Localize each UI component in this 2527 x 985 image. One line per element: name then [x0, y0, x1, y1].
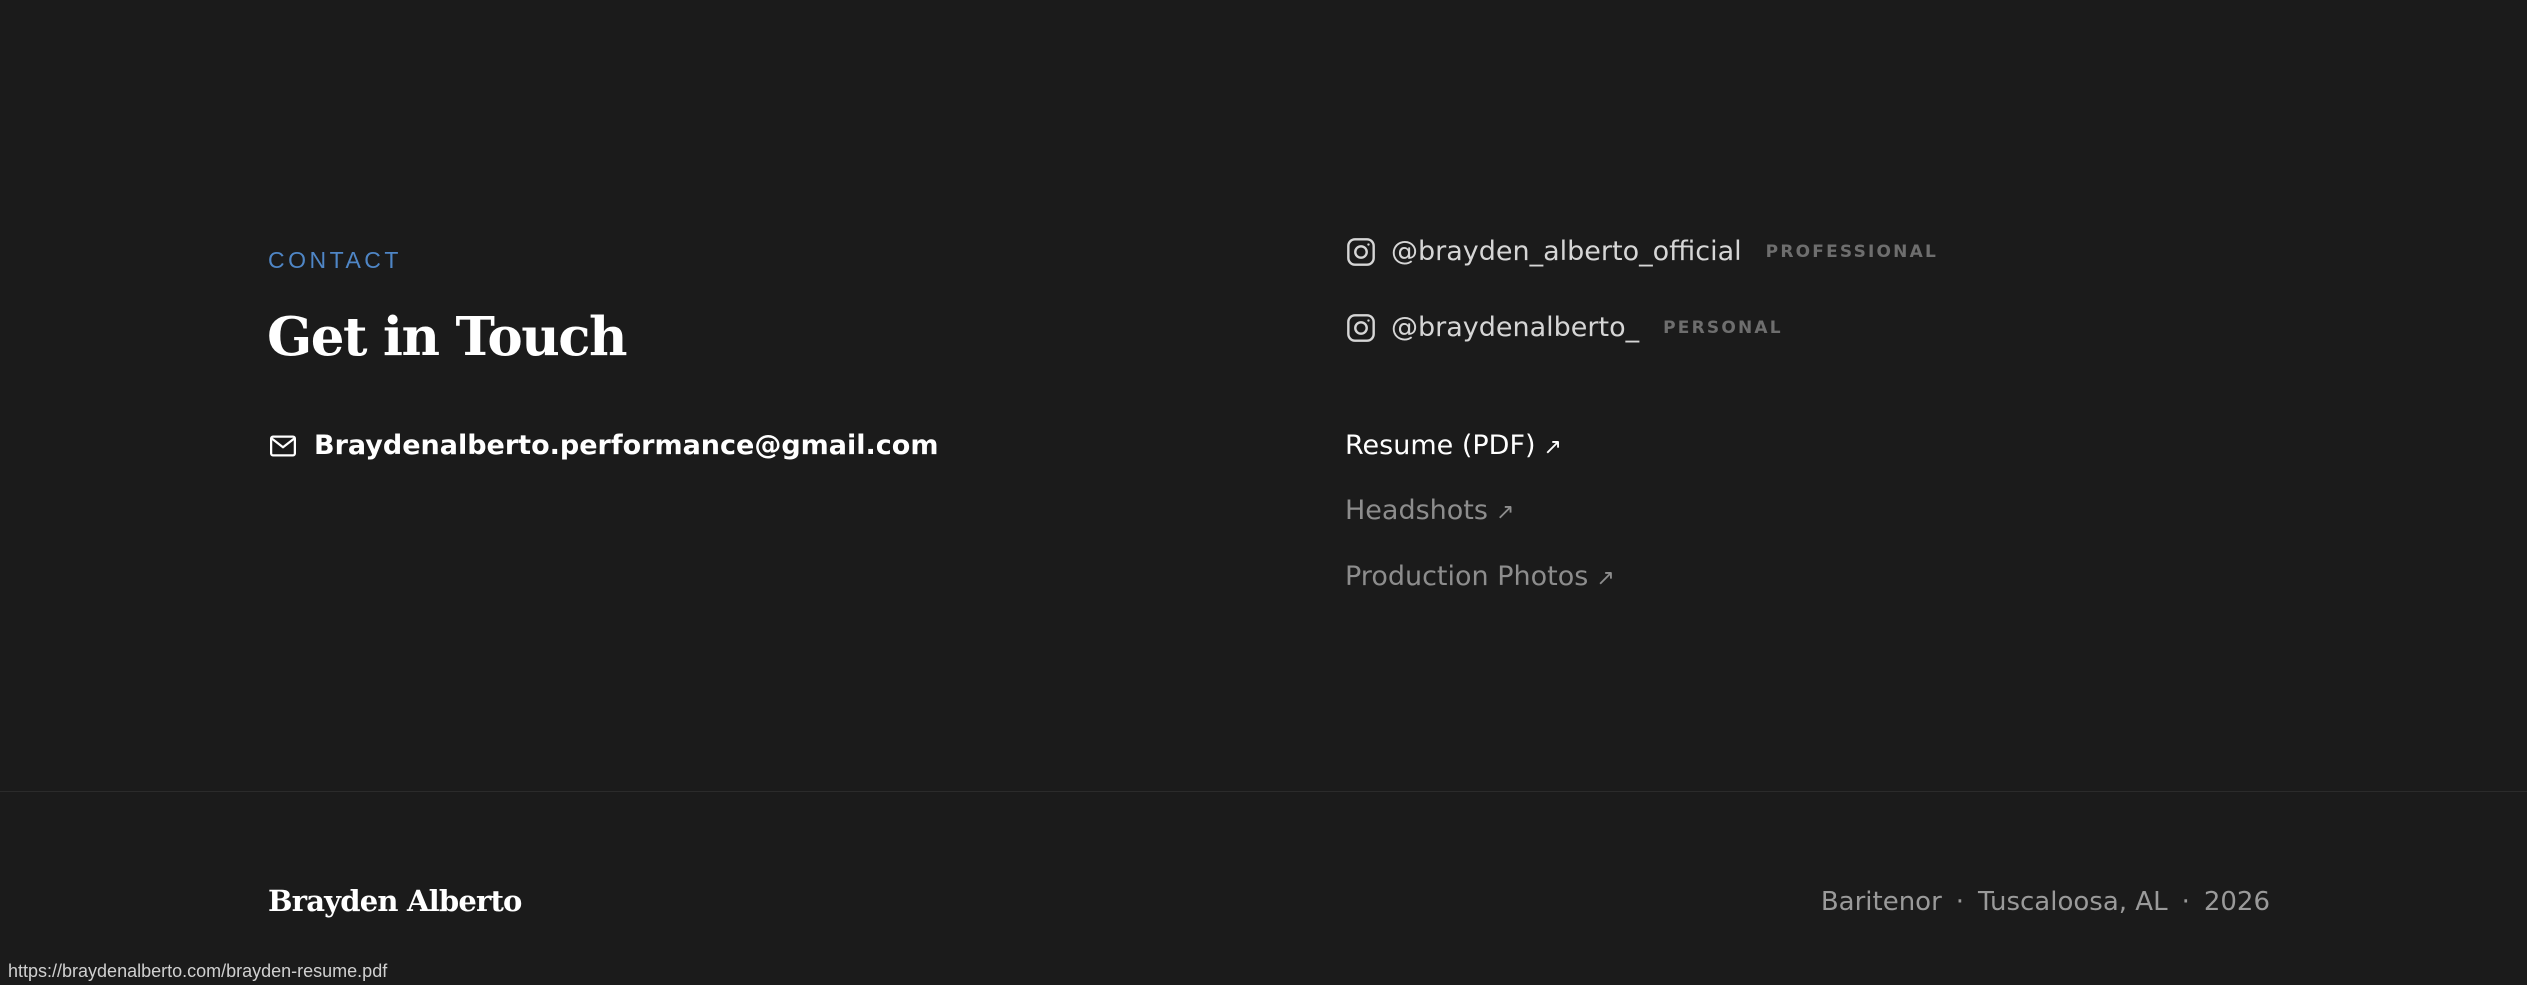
- contact-section: CONTACT Get in Touch Braydenalberto.perf…: [0, 0, 2527, 791]
- mail-icon: [270, 435, 296, 457]
- resume-pdf-link[interactable]: Resume (PDF) ↗: [1345, 428, 1562, 466]
- separator-dot: ·: [1955, 887, 1965, 917]
- link-label: Resume (PDF): [1345, 430, 1536, 461]
- instagram-handle: @braydenalberto_: [1391, 312, 1640, 343]
- instagram-handle: @brayden_alberto_official: [1391, 236, 1742, 267]
- copyright-year: 2026: [2203, 887, 2270, 917]
- external-arrow-icon: ↗: [1495, 500, 1515, 525]
- footer-meta: Baritenor · Tuscaloosa, AL · 2026: [1821, 884, 2270, 920]
- headshots-link[interactable]: Headshots ↗: [1345, 493, 1514, 531]
- instagram-professional-link[interactable]: @brayden_alberto_official PROFESSIONAL: [1345, 234, 1938, 270]
- link-label: Headshots: [1345, 495, 1488, 526]
- status-bar-url: https://braydenalberto.com/brayden-resum…: [0, 957, 396, 985]
- email-link[interactable]: Braydenalberto.performance@gmail.com: [268, 428, 938, 464]
- production-photos-link[interactable]: Production Photos ↗: [1345, 559, 1615, 597]
- page-title: Get in Touch: [267, 306, 628, 368]
- section-eyebrow: CONTACT: [268, 247, 402, 273]
- link-label: Production Photos: [1345, 561, 1589, 592]
- footer-divider: [0, 791, 2527, 792]
- external-arrow-icon: ↗: [1543, 435, 1562, 460]
- footer-brand-name: Brayden Alberto: [268, 884, 522, 918]
- separator-dot: ·: [2181, 887, 2190, 917]
- external-arrow-icon: ↗: [1596, 566, 1615, 591]
- location: Tuscaloosa, AL: [1978, 887, 2168, 917]
- account-type-badge: PERSONAL: [1663, 318, 1783, 338]
- instagram-personal-link[interactable]: @braydenalberto_ PERSONAL: [1345, 310, 1783, 346]
- instagram-icon: [1347, 314, 1375, 342]
- voice-type: Baritenor: [1820, 887, 1942, 917]
- email-address: Braydenalberto.performance@gmail.com: [314, 430, 939, 461]
- account-type-badge: PROFESSIONAL: [1765, 242, 1939, 262]
- instagram-icon: [1347, 238, 1375, 266]
